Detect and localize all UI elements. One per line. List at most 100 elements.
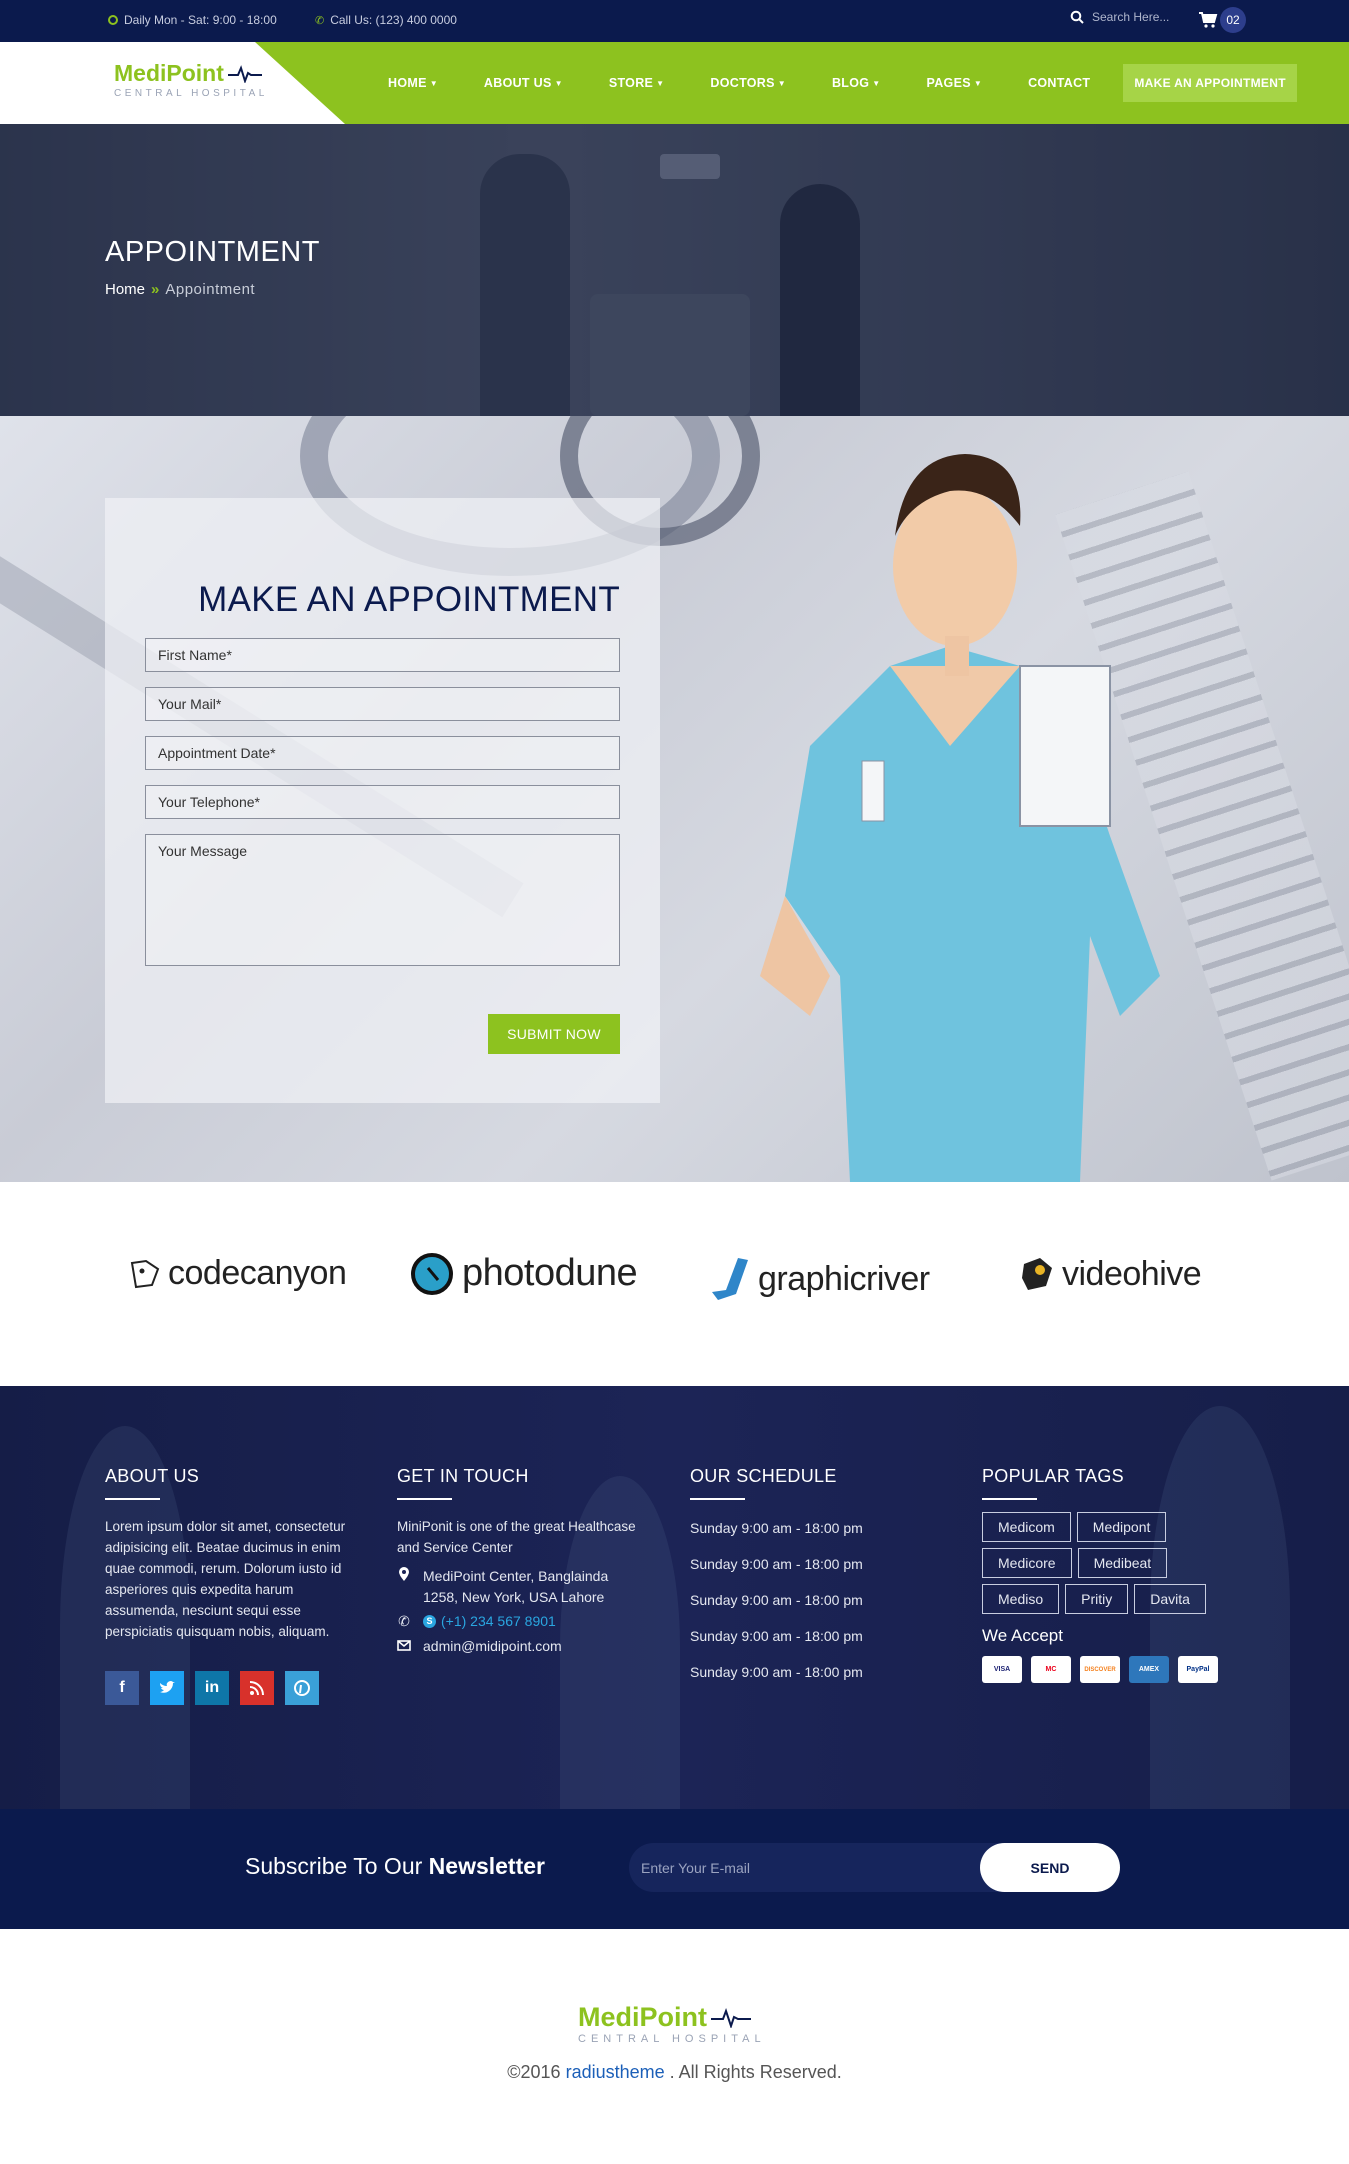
skype-icon: S	[423, 1615, 436, 1628]
chevron-down-icon: ▼	[656, 78, 665, 88]
footer-schedule-title: OUR SCHEDULE	[690, 1466, 837, 1486]
breadcrumb: Home » Appointment	[105, 281, 255, 298]
top-bar: Daily Mon - Sat: 9:00 - 18:00 ✆ Call Us:…	[0, 0, 1349, 42]
partner-logo-videohive[interactable]: videohive	[1018, 1254, 1202, 1294]
tag-medicore[interactable]: Medicore	[982, 1548, 1072, 1578]
footer-phone-link[interactable]: (+1) 234 567 8901	[441, 1611, 556, 1632]
tag-medipont[interactable]: Medipont	[1076, 1512, 1167, 1542]
map-marker-icon	[397, 1566, 411, 1608]
breadcrumb-home[interactable]: Home	[105, 281, 145, 298]
form-title: MAKE AN APPOINTMENT	[198, 580, 620, 619]
footer-about-title: ABOUT US	[105, 1466, 200, 1486]
payment-cards: VISA MC DISCOVER AMEX PayPal	[982, 1656, 1252, 1683]
nav-item-pages[interactable]: PAGES ▼	[904, 76, 1006, 90]
visa-card-icon: VISA	[982, 1656, 1022, 1683]
appointment-date-field[interactable]	[145, 736, 620, 770]
cart-button[interactable]: 02	[1198, 7, 1246, 33]
tag-cloud: Medicom Medipont Medicore Medibeat Medis…	[982, 1512, 1232, 1614]
amex-card-icon: AMEX	[1129, 1656, 1169, 1683]
footer-about: ABOUT US Lorem ipsum dolor sit amet, con…	[105, 1466, 350, 1705]
schedule-list: Sunday 9:00 am - 18:00 pm Sunday 9:00 am…	[690, 1510, 935, 1690]
partner-logo-codecanyon[interactable]: codecanyon	[128, 1254, 347, 1293]
footer-email-link[interactable]: admin@midipoint.com	[423, 1636, 562, 1657]
breadcrumb-separator-icon: »	[151, 281, 160, 298]
phone-icon: ✆	[398, 1613, 410, 1629]
codecanyon-icon	[130, 1259, 160, 1288]
chevron-down-icon: ▼	[872, 78, 881, 88]
opening-hours: Daily Mon - Sat: 9:00 - 18:00	[108, 13, 277, 27]
schedule-row: Sunday 9:00 am - 18:00 pm	[690, 1664, 863, 1680]
partner-logo-graphicriver[interactable]: graphicriver	[708, 1254, 930, 1304]
partner-logo-photodune[interactable]: photodune	[408, 1248, 638, 1298]
submit-button[interactable]: SUBMIT NOW	[488, 1014, 620, 1054]
appointment-section: MAKE AN APPOINTMENT SUBMIT NOW	[0, 416, 1349, 1182]
footer-tags: POPULAR TAGS Medicom Medipont Medicore M…	[982, 1466, 1252, 1683]
opening-hours-text: Daily Mon - Sat: 9:00 - 18:00	[124, 13, 277, 27]
linkedin-icon[interactable]: in	[195, 1671, 229, 1705]
footer-address: MediPoint Center, Banglainda 1258, New Y…	[397, 1566, 642, 1608]
appointment-form: MAKE AN APPOINTMENT SUBMIT NOW	[105, 498, 660, 1103]
tag-mediso[interactable]: Mediso	[982, 1584, 1060, 1614]
copyright: ©2016 radiustheme . All Rights Reserved.	[507, 2062, 842, 2082]
message-field[interactable]	[145, 834, 620, 966]
nav-item-home[interactable]: HOME ▼	[365, 76, 461, 90]
main-nav: HOME ▼ ABOUT US ▼ STORE ▼ DOCTORS ▼ BLOG ▼ PA…	[365, 42, 1297, 124]
site-logo[interactable]: MediPoint CENTRAL HOSPITAL	[114, 60, 268, 99]
pinterest-icon[interactable]	[285, 1671, 319, 1705]
main-header: MediPoint CENTRAL HOSPITAL HOME ▼ ABOUT U…	[0, 42, 1349, 124]
make-appointment-button[interactable]: MAKE AN APPOINTMENT	[1123, 64, 1297, 102]
footer-logo[interactable]: MediPoint CENTRAL HOSPITAL	[578, 2002, 766, 2045]
search-input[interactable]	[1092, 10, 1202, 24]
chevron-down-icon: ▼	[554, 78, 563, 88]
heartbeat-icon	[227, 64, 262, 83]
photodune-icon	[411, 1253, 453, 1295]
chevron-down-icon: ▼	[973, 78, 983, 88]
newsletter-send-button[interactable]: SEND	[980, 1843, 1120, 1892]
nurse-image	[760, 454, 1160, 1182]
mastercard-icon: MC	[1031, 1656, 1071, 1683]
nav-item-doctors[interactable]: DOCTORS ▼	[687, 76, 809, 90]
site-footer: ABOUT US Lorem ipsum dolor sit amet, con…	[0, 1386, 1349, 1809]
copyright-link[interactable]: radiustheme	[566, 2062, 665, 2082]
videohive-icon	[1022, 1258, 1052, 1290]
footer-brand-name: MediPoint	[578, 2002, 707, 2032]
chevron-down-icon: ▼	[777, 78, 786, 88]
call-text: Call Us: (123) 400 0000	[330, 13, 457, 27]
newsletter-label: Subscribe To Our Newsletter	[245, 1853, 545, 1879]
footer-about-text: Lorem ipsum dolor sit amet, consectetur …	[105, 1519, 346, 1639]
facebook-icon[interactable]: f	[105, 1671, 139, 1705]
nav-item-blog[interactable]: BLOG ▼	[809, 76, 904, 90]
rss-icon[interactable]	[240, 1671, 274, 1705]
search-box	[1070, 10, 1202, 24]
telephone-field[interactable]	[145, 785, 620, 819]
chevron-down-icon: ▼	[429, 78, 438, 88]
heartbeat-icon	[711, 2007, 751, 2028]
schedule-row: Sunday 9:00 am - 18:00 pm	[690, 1556, 863, 1572]
footer-touch-title: GET IN TOUCH	[397, 1466, 529, 1486]
nav-item-about-us[interactable]: ABOUT US ▼	[461, 76, 586, 90]
clock-icon	[108, 15, 118, 25]
first-name-field[interactable]	[145, 638, 620, 672]
tag-pritiy[interactable]: Pritiy	[1065, 1584, 1129, 1614]
nav-item-store[interactable]: STORE ▼	[586, 76, 688, 90]
newsletter-email-input[interactable]	[629, 1843, 1029, 1892]
tag-davita[interactable]: Davita	[1134, 1584, 1206, 1614]
brand-name: MediPoint	[114, 60, 224, 86]
tag-medibeat[interactable]: Medibeat	[1077, 1548, 1168, 1578]
page-title: APPOINTMENT	[105, 236, 320, 268]
search-icon[interactable]	[1070, 10, 1084, 24]
schedule-row: Sunday 9:00 am - 18:00 pm	[690, 1520, 863, 1536]
tag-medicom[interactable]: Medicom	[982, 1512, 1071, 1542]
envelope-icon	[397, 1636, 411, 1657]
phone-icon: ✆	[315, 14, 325, 27]
brand-tagline: CENTRAL HOSPITAL	[114, 88, 268, 99]
partner-logos: codecanyon photodune graphicriver videoh…	[0, 1182, 1349, 1386]
schedule-row: Sunday 9:00 am - 18:00 pm	[690, 1628, 863, 1644]
schedule-row: Sunday 9:00 am - 18:00 pm	[690, 1592, 863, 1608]
twitter-icon[interactable]	[150, 1671, 184, 1705]
discover-card-icon: DISCOVER	[1080, 1656, 1120, 1683]
bottom-bar: MediPoint CENTRAL HOSPITAL ©2016 radiust…	[0, 1929, 1349, 2164]
email-field[interactable]	[145, 687, 620, 721]
nav-item-contact[interactable]: CONTACT	[1005, 76, 1113, 90]
footer-touch-intro: MiniPonit is one of the great Healthcase…	[397, 1519, 636, 1555]
